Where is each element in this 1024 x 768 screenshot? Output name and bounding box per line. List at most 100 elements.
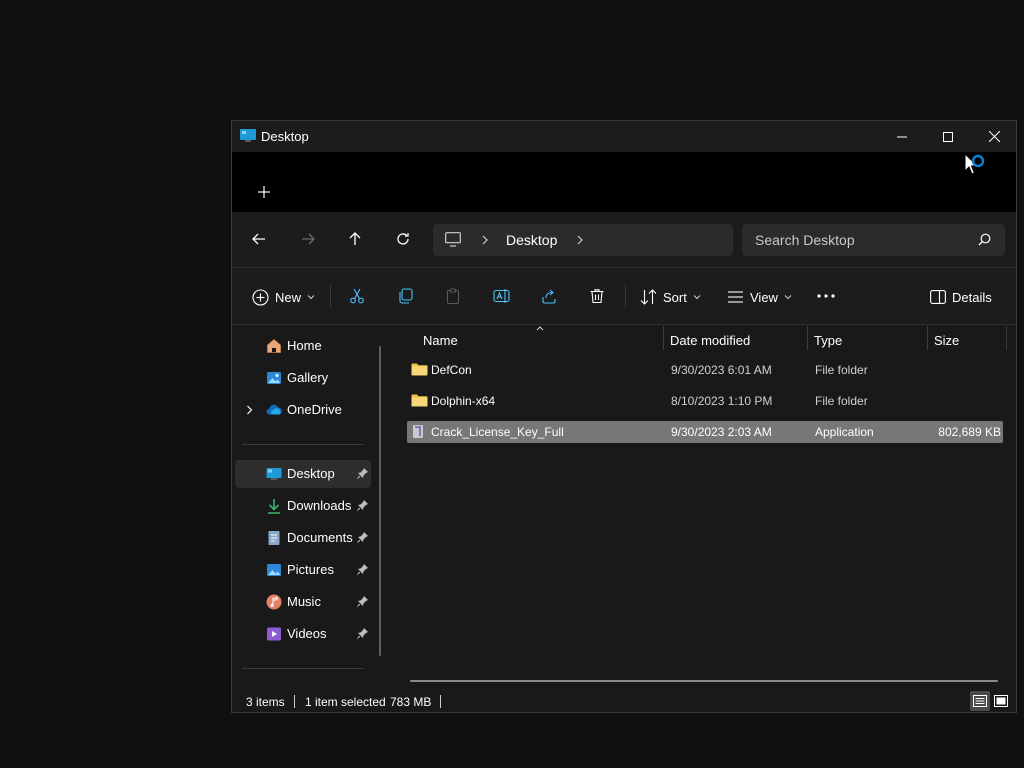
new-button[interactable]: New (252, 283, 315, 311)
pin-icon[interactable] (357, 499, 369, 511)
column-header-name[interactable]: Name (423, 326, 663, 354)
file-type: File folder (815, 363, 868, 377)
gallery-icon (267, 372, 281, 384)
up-button[interactable] (339, 224, 371, 254)
sort-button[interactable]: Sort (640, 283, 701, 311)
rename-icon (492, 289, 510, 303)
pin-icon[interactable] (357, 595, 369, 607)
window-title: Desktop (261, 129, 309, 144)
pin-icon[interactable] (357, 467, 369, 479)
copy-icon (399, 288, 413, 304)
horizontal-scrollbar[interactable] (410, 680, 998, 682)
file-row-dolphin-x64[interactable]: Dolphin-x64 8/10/2023 1:10 PM File folde… (407, 390, 1003, 412)
paste-button[interactable] (441, 284, 465, 308)
chevron-down-icon (307, 295, 315, 300)
file-row-crack-license-key-full[interactable]: Crack_License_Key_Full 9/30/2023 2:03 AM… (407, 421, 1003, 443)
details-pane-icon (930, 290, 946, 304)
command-separator (330, 285, 331, 307)
folder-icon (411, 363, 428, 376)
busy-cursor-icon (964, 153, 985, 175)
desktop-icon (240, 129, 256, 142)
file-name: Dolphin-x64 (431, 394, 496, 408)
new-tab-button[interactable] (252, 180, 276, 204)
sidebar-item-music[interactable]: Music (235, 588, 371, 616)
sidebar-item-gallery[interactable]: Gallery (235, 364, 371, 392)
sidebar-item-label: Gallery (287, 370, 329, 385)
sidebar-item-onedrive[interactable]: OneDrive (235, 396, 371, 424)
more-options-button[interactable] (814, 284, 838, 308)
column-header-date-modified[interactable]: Date modified (670, 326, 807, 354)
sidebar-item-label: Videos (287, 626, 327, 641)
details-view-button[interactable] (970, 691, 990, 711)
column-resize-handle[interactable] (663, 326, 664, 350)
pin-icon[interactable] (357, 563, 369, 575)
view-button[interactable]: View (727, 283, 792, 311)
sidebar-item-label: Desktop (287, 466, 335, 481)
address-bar[interactable]: Desktop (433, 224, 733, 256)
sidebar-item-label: OneDrive (287, 402, 342, 417)
refresh-button[interactable] (387, 224, 419, 254)
chevron-right-icon[interactable] (481, 235, 489, 245)
rename-button[interactable] (489, 284, 513, 308)
pictures-icon (267, 564, 281, 576)
column-resize-handle[interactable] (927, 326, 928, 350)
details-pane-button[interactable]: Details (930, 283, 992, 311)
chevron-right-icon[interactable] (576, 235, 584, 245)
share-button[interactable] (537, 284, 561, 308)
column-header-label: Type (814, 333, 843, 348)
chevron-down-icon (784, 295, 792, 300)
search-icon[interactable] (978, 233, 991, 246)
cut-button[interactable] (345, 284, 369, 308)
delete-button[interactable] (585, 284, 609, 308)
file-explorer-window: Desktop Desktop Search Desktop New Sort … (231, 120, 1017, 713)
sidebar-scrollbar[interactable] (379, 346, 381, 656)
home-icon (267, 338, 281, 353)
sidebar-item-home[interactable]: Home (235, 332, 371, 360)
search-box[interactable] (742, 224, 1005, 256)
refresh-icon (397, 233, 409, 245)
chevron-right-icon[interactable] (246, 405, 253, 415)
sidebar-item-documents[interactable]: Documents (235, 524, 371, 552)
navigation-bar: Desktop (232, 212, 1016, 268)
sidebar-item-pictures[interactable]: Pictures (235, 556, 371, 584)
close-icon (988, 131, 1000, 142)
breadcrumb-desktop[interactable]: Desktop (506, 232, 557, 248)
minimize-button[interactable] (879, 121, 925, 152)
sidebar-item-videos[interactable]: Videos (235, 620, 371, 648)
column-header-type[interactable]: Type (814, 326, 927, 354)
clipboard-icon (446, 288, 460, 304)
file-type: Application (815, 425, 874, 439)
large-icons-view-button[interactable] (991, 691, 1011, 711)
search-input[interactable] (742, 224, 967, 256)
column-header-size[interactable]: Size (934, 326, 1006, 354)
selection-size: 783 MB (390, 695, 432, 709)
file-name: Crack_License_Key_Full (431, 425, 564, 439)
sidebar-divider (242, 668, 363, 669)
download-icon (268, 499, 280, 514)
file-date-modified: 8/10/2023 1:10 PM (671, 394, 773, 408)
file-name: DefCon (431, 363, 472, 377)
maximize-icon (943, 131, 953, 142)
maximize-button[interactable] (925, 121, 971, 152)
sidebar-item-desktop[interactable]: Desktop (235, 460, 371, 488)
file-row-defcon[interactable]: DefCon 9/30/2023 6:01 AM File folder (407, 359, 1003, 381)
document-icon (268, 531, 280, 545)
back-button[interactable] (243, 224, 275, 254)
pin-icon[interactable] (357, 627, 369, 639)
sidebar-item-label: Home (287, 338, 322, 353)
column-resize-handle[interactable] (807, 326, 808, 350)
share-icon (542, 289, 556, 304)
copy-button[interactable] (393, 284, 417, 308)
forward-button[interactable] (292, 224, 324, 254)
title-bar[interactable]: Desktop (232, 121, 1016, 152)
file-date-modified: 9/30/2023 6:01 AM (671, 363, 772, 377)
column-header-label: Size (934, 333, 960, 348)
file-list: Name Date modified Type Size DefCon 9/30… (390, 326, 1016, 682)
column-resize-handle[interactable] (1006, 326, 1007, 350)
trash-icon (590, 289, 604, 304)
arrow-up-icon (349, 232, 361, 245)
close-button[interactable] (971, 121, 1016, 152)
pin-icon[interactable] (357, 531, 369, 543)
sidebar-item-downloads[interactable]: Downloads (235, 492, 371, 520)
large-icons-view-icon (994, 695, 1008, 707)
